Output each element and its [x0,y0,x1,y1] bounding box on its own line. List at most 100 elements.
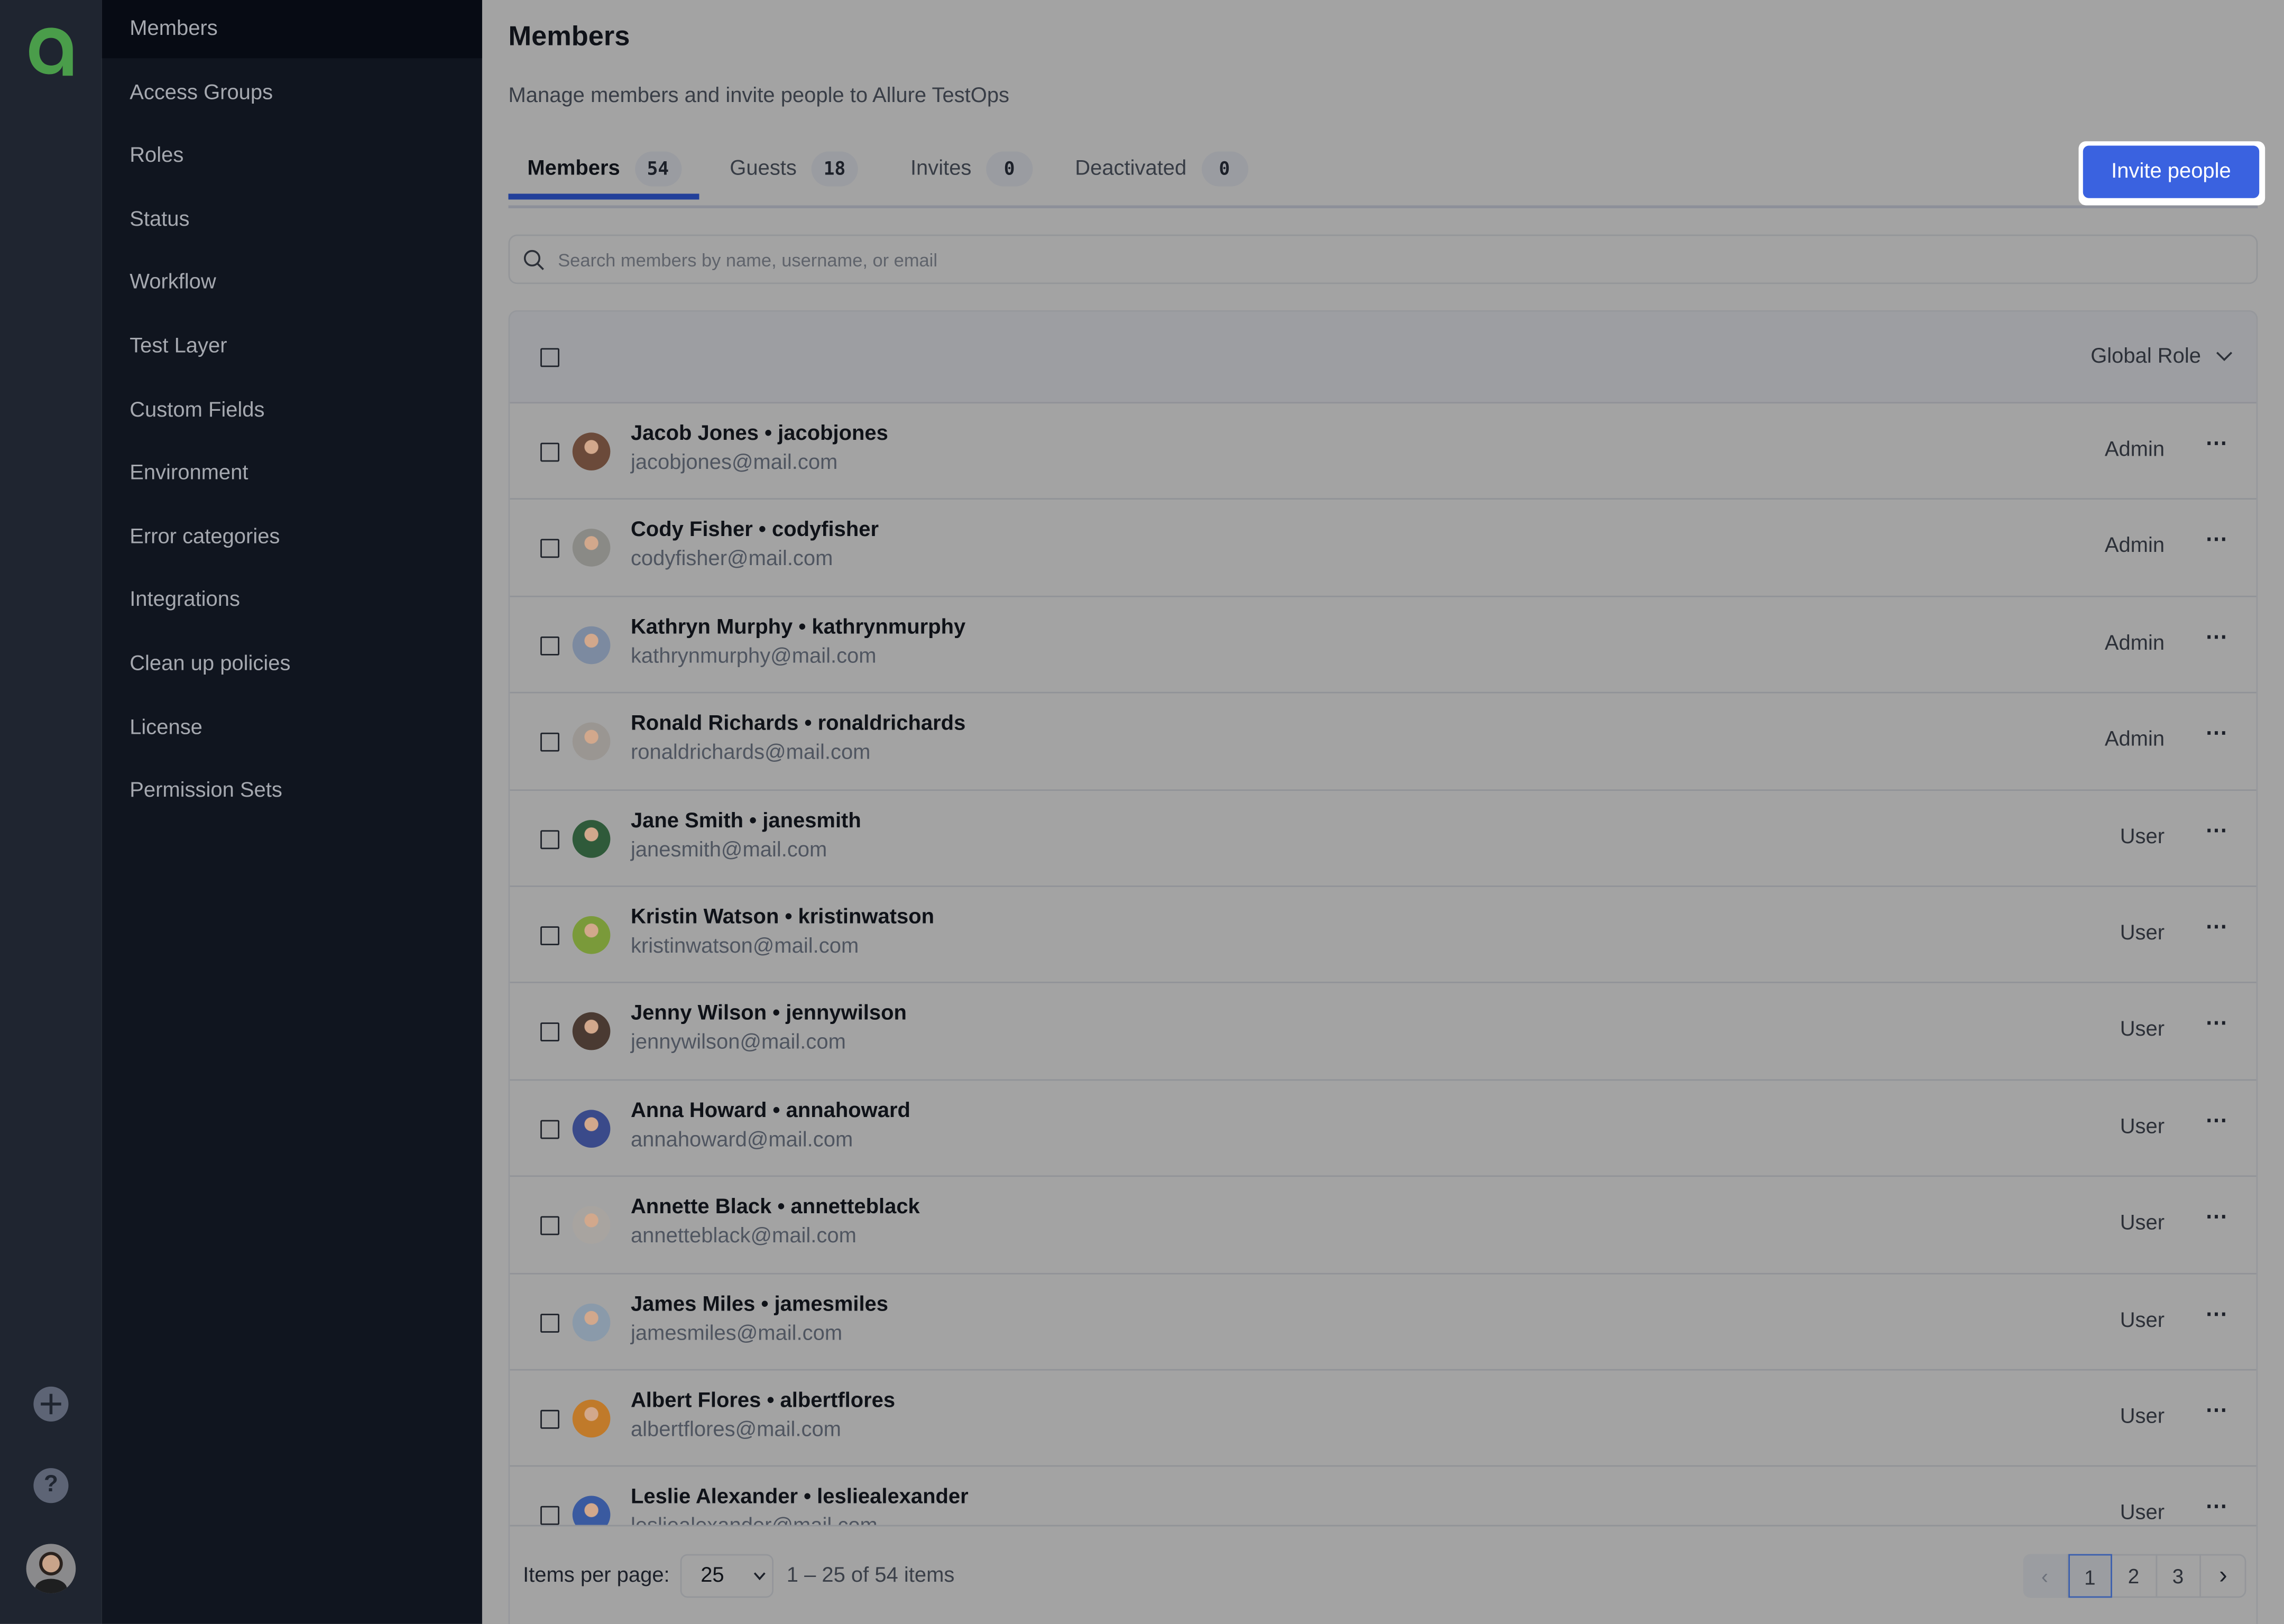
more-actions-icon[interactable]: ⋯ [2205,720,2228,746]
avatar [572,1206,611,1244]
tab-label: Deactivated [1075,157,1187,181]
sidebar-item-access-groups[interactable]: Access Groups [102,63,482,122]
sidebar-item-license[interactable]: License [102,698,482,756]
sidebar-item-error-categories[interactable]: Error categories [102,508,482,566]
member-name: Albert Flores • albertflores [630,1389,896,1413]
row-checkbox[interactable] [540,1506,559,1526]
more-actions-icon[interactable]: ⋯ [2205,1397,2228,1423]
more-actions-icon[interactable]: ⋯ [2205,1010,2228,1036]
more-actions-icon[interactable]: ⋯ [2205,1300,2228,1326]
page-button-1[interactable]: 1 [2067,1554,2112,1598]
member-email: jennywilson@mail.com [630,1031,846,1055]
tab-members[interactable]: Members 54 [527,151,681,187]
member-role[interactable]: User [2120,1309,2165,1332]
avatar [572,819,611,857]
tab-label: Invites [910,157,972,181]
member-role[interactable]: Admin [2105,438,2165,462]
sidebar-item-environment[interactable]: Environment [102,445,482,503]
member-name: Kristin Watson • kristinwatson [630,906,935,929]
row-checkbox[interactable] [540,1409,559,1429]
row-checkbox[interactable] [540,926,559,946]
table-row: Kristin Watson • kristinwatson kristinwat… [510,887,2257,984]
tab-count-badge: 0 [1201,151,1248,187]
select-all-checkbox[interactable] [540,348,559,367]
sidebar-item-permission-sets[interactable]: Permission Sets [102,762,482,820]
sidebar-item-clean-up-policies[interactable]: Clean up policies [102,635,482,693]
member-role[interactable]: User [2120,1115,2165,1139]
global-role-column-header[interactable]: Global Role [2090,345,2201,368]
avatar [572,1109,611,1148]
sidebar-item-status[interactable]: Status [102,190,482,248]
page-subtitle: Manage members and invite people to Allu… [508,84,1010,108]
member-role[interactable]: User [2120,1019,2165,1042]
member-role[interactable]: Admin [2105,535,2165,558]
more-actions-icon[interactable]: ⋯ [2205,1106,2228,1133]
allure-logo-icon[interactable] [25,23,79,79]
member-name: Jacob Jones • jacobjones [630,422,888,446]
member-role[interactable]: Admin [2105,728,2165,752]
member-name: Cody Fisher • codyfisher [630,519,879,542]
tab-guests[interactable]: Guests 18 [730,151,858,187]
table-row: Annette Black • annetteblack annetteblack… [510,1177,2257,1274]
more-actions-icon[interactable]: ⋯ [2205,527,2228,552]
settings-sidebar: Members Access Groups Roles Status Workflow T… [102,0,482,1624]
avatar [572,432,611,470]
invite-people-button[interactable]: Invite people [2083,145,2260,198]
row-checkbox[interactable] [540,1313,559,1332]
row-checkbox[interactable] [540,1120,559,1139]
prev-page-button[interactable]: ‹ [2023,1554,2068,1598]
user-avatar[interactable] [26,1544,76,1594]
row-checkbox[interactable] [540,733,559,752]
items-per-page-select[interactable]: 25 [680,1554,773,1598]
page-title: Members [508,22,630,53]
sidebar-item-roles[interactable]: Roles [102,127,482,185]
row-checkbox[interactable] [540,829,559,849]
plus-circle-icon[interactable] [33,1386,69,1422]
table-row: Jenny Wilson • jennywilson jennywilson@ma… [510,984,2257,1081]
icon-rail: ? [0,0,102,1624]
more-actions-icon[interactable]: ⋯ [2205,430,2228,456]
member-role[interactable]: User [2120,1406,2165,1429]
page-button-3[interactable]: 3 [2157,1554,2201,1598]
table-row: Cody Fisher • codyfisher codyfisher@mail.… [510,500,2257,597]
help-circle-icon[interactable]: ? [33,1468,69,1503]
search-input[interactable] [555,236,2236,285]
sidebar-item-integrations[interactable]: Integrations [102,571,482,630]
tab-count-badge: 18 [811,151,858,187]
search-icon [523,250,544,270]
row-checkbox[interactable] [540,636,559,656]
row-checkbox[interactable] [540,539,559,559]
table-row: Jacob Jones • jacobjones jacobjones@mail.… [510,403,2257,501]
more-actions-icon[interactable]: ⋯ [2205,1203,2228,1230]
member-role[interactable]: Admin [2105,632,2165,655]
sidebar-item-test-layer[interactable]: Test Layer [102,318,482,376]
tab-deactivated[interactable]: Deactivated 0 [1075,151,1248,187]
member-email: annahoward@mail.com [630,1128,853,1152]
row-checkbox[interactable] [540,442,559,462]
tab-count-badge: 0 [986,151,1033,187]
member-role[interactable]: User [2120,922,2165,945]
row-checkbox[interactable] [540,1216,559,1235]
sidebar-item-workflow[interactable]: Workflow [102,254,482,312]
page-button-2[interactable]: 2 [2112,1554,2157,1598]
next-page-button[interactable]: › [2201,1554,2245,1598]
row-checkbox[interactable] [540,1023,559,1042]
more-actions-icon[interactable]: ⋯ [2205,623,2228,649]
avatar [572,916,611,954]
more-actions-icon[interactable]: ⋯ [2205,1493,2228,1520]
table-row: Ronald Richards • ronaldrichards ronaldri… [510,694,2257,790]
more-actions-icon[interactable]: ⋯ [2205,816,2228,843]
member-email: jamesmiles@mail.com [630,1322,843,1345]
more-actions-icon[interactable]: ⋯ [2205,913,2228,939]
member-email: jacobjones@mail.com [630,451,838,475]
member-email: kathrynmurphy@mail.com [630,644,877,669]
tabs-divider [508,205,2258,208]
sidebar-item-custom-fields[interactable]: Custom Fields [102,381,482,439]
member-role[interactable]: User [2120,1212,2165,1235]
items-range: 1 – 25 of 54 items [786,1564,955,1588]
sidebar-item-members[interactable]: Members [102,0,482,59]
tab-invites[interactable]: Invites 0 [910,151,1033,187]
member-role[interactable]: User [2120,825,2165,848]
member-role[interactable]: User [2120,1502,2165,1526]
chevron-down-icon[interactable] [2216,351,2233,363]
